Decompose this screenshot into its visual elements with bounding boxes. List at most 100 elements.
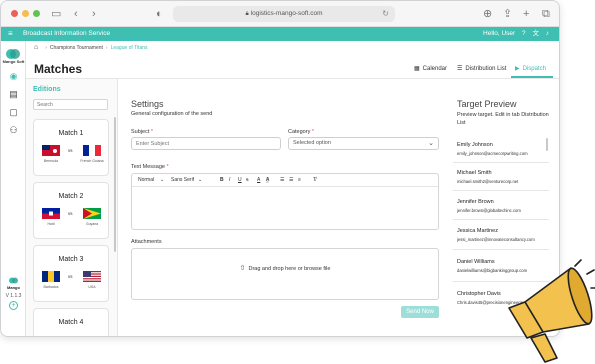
highlight-button[interactable]: A [266, 177, 270, 183]
chevron-down-icon: ⌄ [428, 140, 434, 147]
divider [453, 249, 549, 250]
list-item: Emily Johnson emily_johnson@acmecorpwrit… [457, 142, 552, 156]
address-bar[interactable]: 🔒︎ logistics-mango-soft.com ↻ [173, 6, 395, 22]
bullet-list-icon[interactable]: ☰ [289, 177, 293, 183]
calendar-icon: ▦ [414, 66, 420, 72]
versus-label: vs [68, 148, 73, 153]
list-item: Jessica Martinez jessi_martinez@innovate… [457, 228, 552, 242]
category-label-text: Category [288, 129, 311, 135]
tab-label: Distribution List [465, 66, 507, 72]
clear-format-icon[interactable]: T̸ [313, 177, 316, 183]
editions-scrollbar[interactable] [114, 117, 116, 252]
category-label: Category * [288, 129, 314, 135]
match-name: Match 2 [58, 193, 84, 200]
breadcrumb-item-league[interactable]: League of Titans [111, 45, 148, 51]
tab-calendar[interactable]: ▦ Calendar [414, 65, 447, 72]
broadcast-icon[interactable]: ◉ [8, 71, 19, 82]
team-left: Barbados [43, 285, 59, 289]
download-icon[interactable]: ⊕ [483, 6, 492, 22]
close-window-button[interactable] [11, 10, 18, 17]
underline-button[interactable]: U [238, 177, 242, 183]
breadcrumb-separator: › [105, 45, 108, 51]
sidebar-toggle-icon[interactable]: ▭ [51, 6, 61, 22]
maximize-window-button[interactable] [33, 10, 40, 17]
back-icon[interactable]: ‹ [74, 6, 78, 22]
target-preview-title: Target Preview [457, 99, 517, 109]
match-name: Match 1 [58, 130, 84, 137]
bermuda-flag-icon [42, 145, 60, 156]
subject-label: Subject * [131, 129, 153, 135]
bold-button[interactable]: B [220, 177, 224, 183]
strikethrough-icon[interactable]: ꞩ [246, 177, 249, 183]
editions-search-input[interactable] [33, 99, 108, 110]
font-select[interactable]: Sans Serif [171, 177, 194, 183]
list-item: Jennifer Brown jennifer.brown@globaltech… [457, 199, 552, 213]
rich-text-editor[interactable]: Normal ⌄ Sans Serif ⌄ B I U ꞩ A A ☰ ☰ ≡ … [131, 173, 439, 230]
upload-icon: ⇧ [239, 265, 246, 272]
chevron-down-icon: ⌄ [160, 177, 165, 183]
match-card[interactable]: Match 1 vs Bermuda French Guiana [33, 119, 109, 176]
attachment-dropzone[interactable]: ⇧ Drag and drop here or browse file [131, 248, 439, 300]
tab-dispatch[interactable]: ▶ Dispatch [515, 65, 546, 72]
reload-icon[interactable]: ↻ [382, 6, 389, 22]
ordered-list-icon[interactable]: ☰ [280, 177, 284, 183]
app-version: V 1.1.3 [5, 293, 22, 299]
bell-icon[interactable]: ♪ [546, 30, 549, 37]
page-title: Matches [34, 62, 83, 76]
user-greeting[interactable]: Hello, User [483, 30, 515, 37]
category-select[interactable]: Selected option ⌄ [288, 137, 439, 150]
clipboard-icon[interactable]: ▤ [8, 89, 19, 100]
person-email: jennifer.brown@globaltechinc.com [457, 208, 521, 213]
subject-input[interactable] [131, 137, 281, 150]
settings-subtitle: General configuration of the send [131, 111, 213, 117]
italic-button[interactable]: I [229, 177, 230, 183]
navigation-rail: Mango Soft ◉ ▤ ▢ ⚇ Mango V 1.1.3 + [1, 41, 26, 336]
target-preview-subtitle: Preview target. Edit in tab Distribution… [457, 112, 549, 126]
rail-footer-brand: Mango [7, 285, 20, 290]
subject-label-text: Subject [131, 129, 150, 135]
divider [453, 190, 549, 191]
editions-title: Editions [33, 86, 61, 93]
usa-flag-icon [83, 271, 101, 282]
match-card[interactable]: Match 3 vs Barbados USA [33, 245, 109, 302]
list-item: Michael Smith michael.smith2@venturecorp… [457, 170, 552, 184]
add-icon[interactable]: + [9, 301, 18, 310]
guyana-flag-icon [83, 208, 101, 219]
help-circle-icon[interactable]: ? [522, 30, 526, 37]
translate-icon[interactable]: 文 [532, 30, 539, 37]
forward-icon[interactable]: › [92, 6, 96, 22]
users-icon[interactable]: ⚇ [8, 125, 19, 136]
breadcrumb: ⌂ › Champions Tournament › League of Titans [34, 44, 148, 51]
home-icon[interactable]: ⌂ [34, 44, 38, 51]
breadcrumb-item-tournament[interactable]: Champions Tournament [50, 45, 103, 51]
privacy-shield-icon[interactable]: ◐ [156, 6, 163, 22]
text-color-button[interactable]: A [257, 177, 260, 183]
person-name: Michael Smith [457, 170, 492, 176]
match-card[interactable]: Match 4 [33, 308, 109, 336]
send-now-button[interactable]: Send Now [401, 306, 439, 318]
document-icon[interactable]: ▢ [8, 107, 19, 118]
tab-distribution-list[interactable]: ☰ Distribution List [457, 65, 506, 72]
person-email: michael.smith2@venturecorp.net [457, 179, 519, 184]
versus-label: vs [68, 274, 73, 279]
divider [453, 219, 549, 220]
format-select[interactable]: Normal [138, 177, 154, 183]
tab-overview-icon[interactable]: ⧉ [542, 6, 550, 22]
required-mark: * [150, 129, 154, 135]
app-header: ≡ Broadcast Information Service Hello, U… [1, 27, 559, 41]
hamburger-menu-icon[interactable]: ≡ [8, 27, 13, 41]
dropzone-text: Drag and drop here or browse file [248, 266, 331, 272]
message-label: Text Message * [131, 164, 169, 170]
tab-label: Calendar [422, 66, 448, 72]
team-right: Guyana [85, 222, 99, 226]
share-icon[interactable]: ⇪ [503, 6, 512, 22]
attachments-label: Attachments [131, 239, 162, 245]
minimize-window-button[interactable] [22, 10, 29, 17]
team-right: French Guiana [80, 159, 104, 163]
person-email: jessi_martinez@innovateconsultancy.com [457, 237, 535, 242]
new-tab-icon[interactable]: + [523, 6, 529, 22]
required-mark: * [166, 164, 169, 170]
editor-toolbar: Normal ⌄ Sans Serif ⌄ B I U ꞩ A A ☰ ☰ ≡ … [132, 174, 438, 187]
match-card[interactable]: Match 2 vs Haiti Guyana [33, 182, 109, 239]
align-icon[interactable]: ≡ [298, 177, 301, 183]
